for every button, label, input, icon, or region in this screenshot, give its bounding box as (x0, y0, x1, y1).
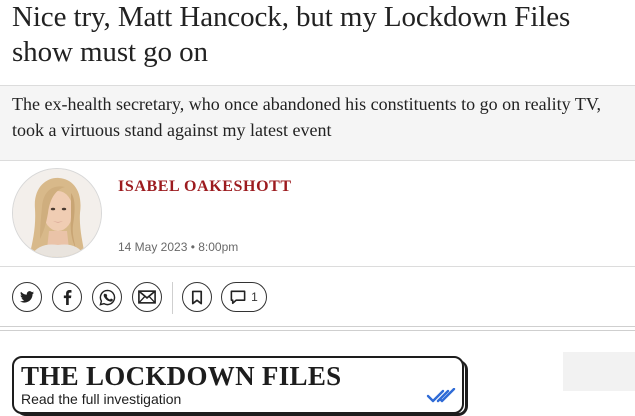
section-rule-bottom (0, 330, 635, 331)
article-headline: Nice try, Matt Hancock, but my Lockdown … (12, 1, 571, 68)
article-standfirst: The ex-health secretary, who once abando… (0, 86, 635, 160)
share-facebook-button[interactable] (52, 282, 82, 312)
share-toolbar: 1 (12, 282, 632, 314)
lockdown-files-promo[interactable]: THE LOCKDOWN FILES Read the full investi… (12, 356, 464, 414)
comment-icon (230, 290, 246, 304)
email-icon (138, 290, 156, 304)
advert-placeholder (563, 352, 635, 391)
facebook-icon (63, 289, 71, 305)
comments-button[interactable]: 1 (221, 282, 267, 312)
publish-date: 14 May 2023 • 8:00pm (118, 240, 239, 254)
author-portrait-image (13, 169, 101, 257)
standfirst-bottom-border (0, 160, 635, 161)
double-check-icon (426, 388, 456, 403)
bookmark-button[interactable] (182, 282, 212, 312)
share-twitter-button[interactable] (12, 282, 42, 312)
share-toolbar-separator (172, 282, 173, 314)
promo-title: THE LOCKDOWN FILES (21, 361, 342, 391)
promo-subtitle: Read the full investigation (21, 391, 182, 407)
author-avatar[interactable] (12, 168, 102, 258)
share-whatsapp-button[interactable] (92, 282, 122, 312)
standfirst-text: The ex-health secretary, who once abando… (12, 94, 601, 140)
bookmark-icon (191, 290, 203, 304)
byline-divider (0, 266, 635, 267)
whatsapp-icon (98, 289, 115, 306)
comment-count: 1 (251, 290, 258, 304)
twitter-icon (20, 291, 34, 303)
section-rule-top (0, 326, 635, 327)
author-byline[interactable]: ISABEL OAKESHOTT (118, 178, 292, 196)
share-email-button[interactable] (132, 282, 162, 312)
